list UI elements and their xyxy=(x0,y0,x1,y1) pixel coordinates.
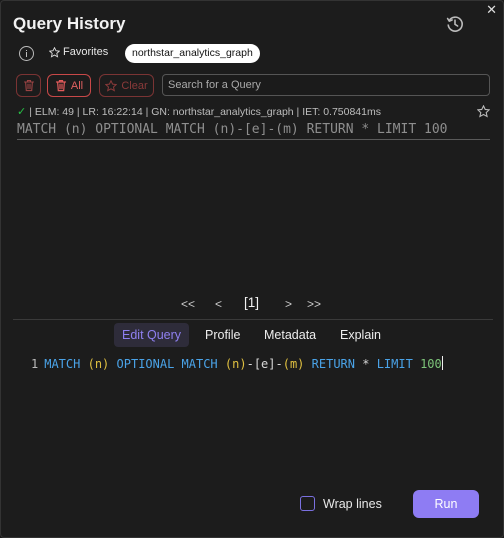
tab-edit-query[interactable]: Edit Query xyxy=(114,323,190,347)
keyword-token: MATCH xyxy=(44,357,81,371)
tab-profile[interactable]: Profile xyxy=(197,323,248,347)
relationship-token: -[e]- xyxy=(246,357,283,371)
star-outline-icon xyxy=(105,79,118,92)
last-page-button[interactable]: >> xyxy=(307,297,321,311)
text-cursor xyxy=(441,356,443,370)
tabs: Edit Query Profile Metadata Explain xyxy=(1,323,504,347)
variable-token: (n) xyxy=(87,357,110,371)
run-button[interactable]: Run xyxy=(413,490,479,518)
clear-button[interactable]: Clear xyxy=(99,74,154,97)
trash-icon xyxy=(23,80,34,92)
all-label: All xyxy=(70,79,84,92)
keyword-token: LIMIT xyxy=(376,357,413,371)
history-item-query[interactable]: MATCH (n) OPTIONAL MATCH (n)-[e]-(m) RET… xyxy=(17,122,490,140)
variable-token: (m) xyxy=(282,357,305,371)
page-title: Query History xyxy=(13,14,126,33)
variable-token: (n) xyxy=(224,357,247,371)
number-token: 100 xyxy=(420,357,442,371)
keyword-token: OPTIONAL MATCH xyxy=(116,357,218,371)
next-page-button[interactable]: > xyxy=(285,297,292,311)
trash-icon xyxy=(55,80,66,92)
wrap-lines-label: Wrap lines xyxy=(323,496,382,511)
first-page-button[interactable]: << xyxy=(181,297,195,311)
favorites-label: Favorites xyxy=(63,46,109,58)
delete-all-button[interactable]: All xyxy=(47,74,91,97)
tab-metadata[interactable]: Metadata xyxy=(256,323,324,347)
operator-token: * xyxy=(362,357,370,371)
search-input[interactable] xyxy=(162,74,490,96)
close-icon[interactable]: ✕ xyxy=(486,3,497,17)
favorite-star-icon[interactable] xyxy=(477,105,490,118)
history-item-meta: ✓ | ELM: 49 | LR: 16:22:14 | GN: northst… xyxy=(17,105,381,119)
query-history-panel: ✕ Query History Favorites northstar_anal… xyxy=(0,0,504,538)
star-outline-icon xyxy=(49,46,60,58)
graph-chip[interactable]: northstar_analytics_graph xyxy=(125,44,260,63)
clear-label: Clear xyxy=(121,79,148,92)
line-number: 1 xyxy=(31,357,39,371)
info-icon[interactable] xyxy=(19,46,34,61)
query-editor[interactable]: 1 MATCH (n) OPTIONAL MATCH (n)-[e]-(m) RE… xyxy=(31,356,443,371)
wrap-lines-toggle[interactable]: Wrap lines xyxy=(300,496,382,511)
history-clock-icon[interactable] xyxy=(445,14,465,34)
current-page: [1] xyxy=(244,295,260,310)
divider xyxy=(13,319,493,320)
favorites-button[interactable]: Favorites xyxy=(49,46,108,58)
wrap-lines-checkbox[interactable] xyxy=(300,496,315,511)
prev-page-button[interactable]: < xyxy=(215,297,222,311)
meta-text: | ELM: 49 | LR: 16:22:14 | GN: northstar… xyxy=(29,105,381,118)
success-check-icon: ✓ xyxy=(17,106,27,118)
pagination: << < [1] > >> xyxy=(1,295,504,313)
tab-explain[interactable]: Explain xyxy=(332,323,389,347)
keyword-token: RETURN xyxy=(311,357,355,371)
delete-selected-button[interactable] xyxy=(16,74,41,97)
